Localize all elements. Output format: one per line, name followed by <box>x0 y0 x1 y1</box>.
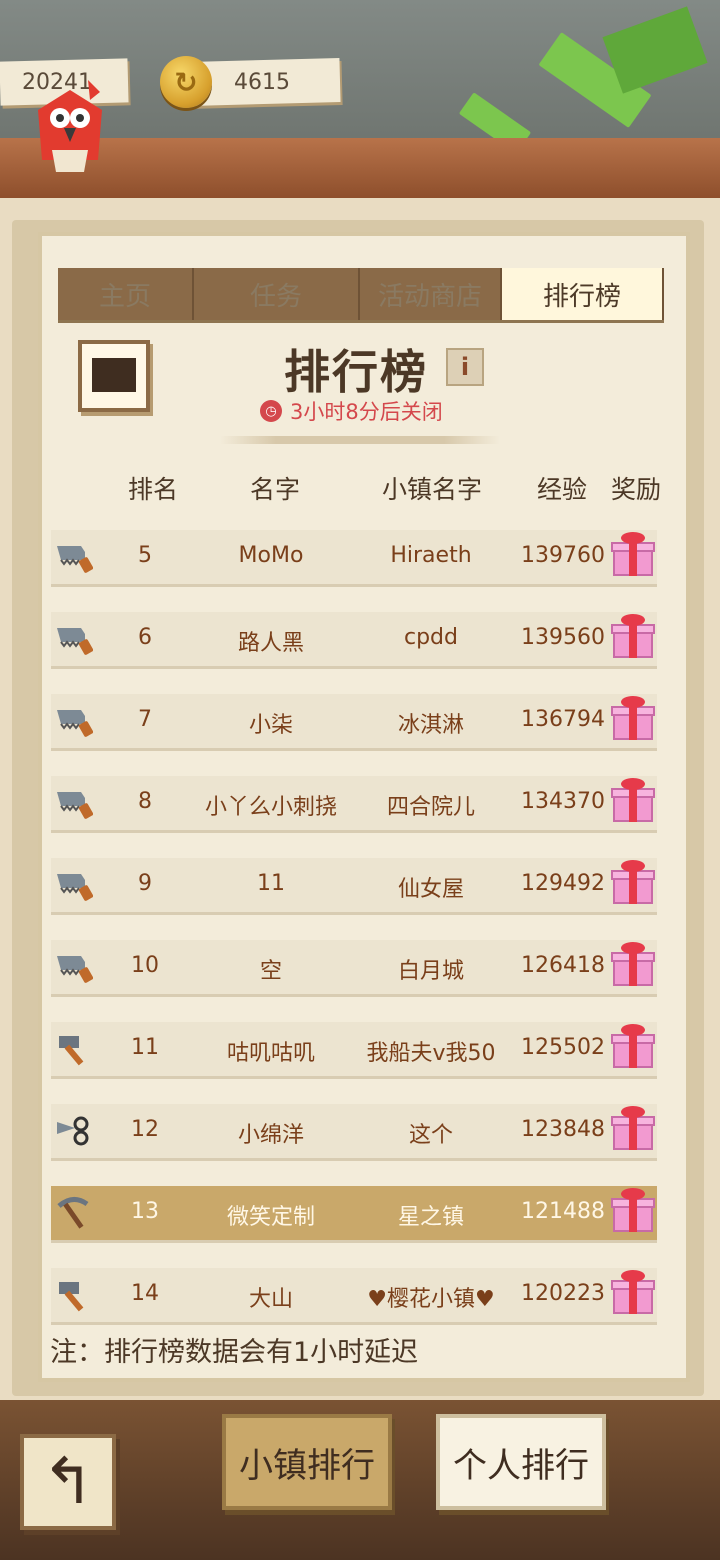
row-name: MoMo <box>238 543 304 568</box>
row-town: 仙女屋 <box>397 877 465 902</box>
row-name: 小丫么小刺挠 <box>204 795 338 820</box>
row-rank: 5 <box>138 543 152 568</box>
col-rank: 排名 <box>127 475 179 504</box>
coins-count: 4615 <box>234 70 290 95</box>
table-row[interactable]: 11 咕叽咕叽 我船夫v我50 125502 <box>51 1022 657 1079</box>
row-exp: 139760 <box>521 543 605 568</box>
saw-icon <box>55 784 94 822</box>
row-exp: 134370 <box>521 789 605 814</box>
shears-icon <box>55 1112 93 1150</box>
table-row[interactable]: 9 11 仙女屋 129492 <box>51 858 657 915</box>
tab-home[interactable]: 主页 <box>58 268 194 320</box>
countdown-timer: ◷ 3小时8分后关闭 <box>260 396 443 426</box>
saw-icon <box>55 620 94 658</box>
col-reward: 奖励 <box>610 475 662 504</box>
leaderboard-icon <box>78 340 150 412</box>
row-name: 路人黑 <box>237 631 305 656</box>
tab-tasks[interactable]: 任务 <box>194 268 360 320</box>
gift-icon[interactable] <box>611 614 655 660</box>
table-row[interactable]: 13 微笑定制 星之镇 121488 <box>51 1186 657 1243</box>
row-exp: 120223 <box>521 1281 605 1306</box>
row-rank: 6 <box>138 625 152 650</box>
pickaxe-icon <box>55 1194 93 1232</box>
row-rank: 7 <box>138 707 152 732</box>
row-rank: 11 <box>131 1035 159 1060</box>
row-name: 空 <box>259 959 283 984</box>
town-rank-button[interactable]: 小镇排行 <box>222 1414 392 1510</box>
gift-icon[interactable] <box>611 696 655 742</box>
row-town: 我船夫v我50 <box>366 1041 496 1066</box>
gift-icon[interactable] <box>611 1270 655 1316</box>
parrot-mascot-icon <box>38 80 102 172</box>
gift-icon[interactable] <box>611 860 655 906</box>
back-button[interactable]: ↰ <box>20 1434 116 1530</box>
saw-icon <box>55 948 94 986</box>
tab-underline <box>58 320 664 323</box>
gift-icon[interactable] <box>611 778 655 824</box>
tab-bar: 主页 任务 活动商店 排行榜 <box>58 268 664 320</box>
row-rank: 12 <box>131 1117 159 1142</box>
saw-icon <box>55 538 94 576</box>
table-row[interactable]: 12 小绵洋 这个 123848 <box>51 1104 657 1161</box>
row-town: Hiraeth <box>390 543 472 568</box>
row-town: ♥樱花小镇♥ <box>367 1287 495 1312</box>
row-name: 11 <box>257 871 285 896</box>
table-header: 排名 名字 小镇名字 经验 奖励 <box>0 470 720 506</box>
hammer-icon <box>55 1030 93 1068</box>
tab-leaderboard[interactable]: 排行榜 <box>502 268 664 320</box>
row-exp: 129492 <box>521 871 605 896</box>
row-rank: 10 <box>131 953 159 978</box>
row-rank: 14 <box>131 1281 159 1306</box>
hammer-icon <box>55 1276 93 1314</box>
row-exp: 139560 <box>521 625 605 650</box>
tab-event-shop[interactable]: 活动商店 <box>360 268 502 320</box>
row-town: 冰淇淋 <box>397 713 465 738</box>
clock-icon: ◷ <box>260 400 282 422</box>
col-town: 小镇名字 <box>381 475 483 504</box>
row-exp: 125502 <box>521 1035 605 1060</box>
row-rank: 8 <box>138 789 152 814</box>
row-exp: 136794 <box>521 707 605 732</box>
header-divider <box>220 436 500 444</box>
info-icon[interactable]: i <box>446 348 484 386</box>
col-name: 名字 <box>249 475 301 504</box>
row-town: 这个 <box>408 1123 454 1148</box>
timer-text: 3小时8分后关闭 <box>290 400 443 424</box>
table-row[interactable]: 5 MoMo Hiraeth 139760 <box>51 530 657 587</box>
row-name: 微笑定制 <box>226 1205 316 1230</box>
gift-icon[interactable] <box>611 532 655 578</box>
row-name: 小绵洋 <box>237 1123 305 1148</box>
gift-icon[interactable] <box>611 1188 655 1234</box>
gift-icon[interactable] <box>611 942 655 988</box>
row-name: 咕叽咕叽 <box>226 1041 316 1066</box>
row-rank: 9 <box>138 871 152 896</box>
col-exp: 经验 <box>536 475 588 504</box>
personal-rank-button[interactable]: 个人排行 <box>436 1414 606 1510</box>
row-exp: 121488 <box>521 1199 605 1224</box>
gift-icon[interactable] <box>611 1106 655 1152</box>
saw-icon <box>55 702 94 740</box>
row-town: cpdd <box>404 625 458 650</box>
table-row[interactable]: 7 小柒 冰淇淋 136794 <box>51 694 657 751</box>
page-title: 排行榜 <box>284 345 428 399</box>
table-row[interactable]: 10 空 白月城 126418 <box>51 940 657 997</box>
row-exp: 126418 <box>521 953 605 978</box>
row-name: 大山 <box>248 1287 294 1312</box>
table-row[interactable]: 14 大山 ♥樱花小镇♥ 120223 <box>51 1268 657 1325</box>
row-rank: 13 <box>131 1199 159 1224</box>
gift-icon[interactable] <box>611 1024 655 1070</box>
table-row[interactable]: 6 路人黑 cpdd 139560 <box>51 612 657 669</box>
row-town: 星之镇 <box>397 1205 465 1230</box>
delay-note: 注：排行榜数据会有1小时延迟 <box>50 1337 419 1368</box>
row-name: 小柒 <box>248 713 294 738</box>
table-row[interactable]: 8 小丫么小刺挠 四合院儿 134370 <box>51 776 657 833</box>
row-town: 四合院儿 <box>386 795 476 820</box>
saw-icon <box>55 866 94 904</box>
row-exp: 123848 <box>521 1117 605 1142</box>
row-town: 白月城 <box>397 959 465 984</box>
coin-icon: ↻ <box>160 56 212 108</box>
